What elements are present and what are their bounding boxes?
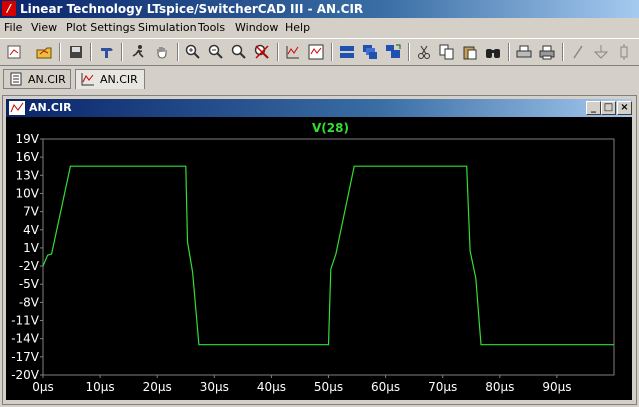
draw-line-icon[interactable]: [568, 42, 588, 62]
y-tick-label: -5V: [19, 277, 40, 291]
y-tick-label: 1V: [23, 241, 40, 255]
run-icon[interactable]: [128, 42, 148, 62]
toolbar-separator: [90, 43, 92, 61]
tab-netlist[interactable]: AN.CIR: [3, 69, 71, 89]
waveform-plot[interactable]: V(28) 19V 16V 13V 10V 7V 4V 1V -2V -5V -8V -11V -14…: [6, 117, 632, 400]
tile-icon[interactable]: [337, 42, 357, 62]
menu-bar: File View Plot Settings Simulation Tools…: [0, 18, 639, 37]
trace-v28[interactable]: [42, 165, 614, 346]
zoom-in-icon[interactable]: [183, 42, 203, 62]
x-tick-label: 70µs: [428, 380, 457, 394]
toolbar-separator: [562, 43, 564, 61]
menu-window[interactable]: Window: [235, 21, 278, 34]
hammer-icon[interactable]: [97, 42, 117, 62]
waveform-icon: [81, 73, 94, 86]
ltspice-logo-icon[interactable]: /: [2, 1, 16, 16]
find-icon[interactable]: [483, 42, 503, 62]
menu-file[interactable]: File: [4, 21, 22, 34]
minimize-button[interactable]: _: [586, 101, 601, 115]
resistor-icon[interactable]: [614, 42, 634, 62]
menu-plot-settings[interactable]: Plot Settings: [66, 21, 135, 34]
window-title: Linear Technology LTspice/SwitcherCAD II…: [20, 2, 364, 16]
toolbar-separator: [408, 43, 410, 61]
toolbar: [0, 38, 639, 66]
toolbar-separator: [331, 43, 333, 61]
y-tick-label: 7V: [23, 205, 40, 219]
zoom-out-icon[interactable]: [206, 42, 226, 62]
menu-tools[interactable]: Tools: [198, 21, 225, 34]
waveform-icon: [9, 101, 25, 115]
x-tick-label: 0µs: [32, 380, 54, 394]
toolbar-separator: [121, 43, 123, 61]
y-tick-label: -2V: [19, 259, 40, 273]
autorange-icon[interactable]: [283, 42, 303, 62]
child-window-title-bar[interactable]: AN.CIR _ □ ×: [6, 99, 632, 117]
y-tick-label: -14V: [11, 332, 40, 346]
tab-waveform[interactable]: AN.CIR: [75, 69, 145, 89]
save-icon[interactable]: [66, 42, 86, 62]
y-tick-label: -11V: [11, 314, 40, 328]
toolbar-separator: [508, 43, 510, 61]
x-tick-label: 60µs: [371, 380, 400, 394]
x-tick-label: 40µs: [257, 380, 286, 394]
y-tick-label: 13V: [16, 168, 40, 182]
y-tick-label: 10V: [16, 186, 40, 200]
menu-simulation[interactable]: Simulation: [138, 21, 197, 34]
child-window-title: AN.CIR: [29, 101, 72, 114]
x-tick-label: 80µs: [485, 380, 514, 394]
x-tick-label: 20µs: [143, 380, 172, 394]
toolbar-separator: [277, 43, 279, 61]
paste-icon[interactable]: [460, 42, 480, 62]
y-tick-label: -17V: [11, 350, 40, 364]
menu-help[interactable]: Help: [285, 21, 310, 34]
y-tick-label: 16V: [16, 150, 40, 164]
cut-icon[interactable]: [414, 42, 434, 62]
print-icon[interactable]: [537, 42, 557, 62]
y-tick-label: 19V: [16, 132, 40, 146]
hand-pan-icon[interactable]: [152, 42, 172, 62]
y-tick-label: 4V: [23, 223, 40, 237]
print-setup-icon[interactable]: [514, 42, 534, 62]
ground-icon[interactable]: [591, 42, 611, 62]
toolbar-separator: [59, 43, 61, 61]
x-tick-label: 90µs: [542, 380, 571, 394]
close-button[interactable]: ×: [617, 101, 632, 115]
waveform-chart: 19V16V13V10V7V4V1V-2V-5V-8V-11V-14V-17V-…: [11, 132, 615, 394]
y-tick-label: -8V: [19, 295, 40, 309]
maximize-button[interactable]: □: [601, 101, 616, 115]
zoom-fit-icon[interactable]: [229, 42, 249, 62]
tab-label: AN.CIR: [100, 73, 138, 86]
x-tick-label: 50µs: [314, 380, 343, 394]
copy-icon[interactable]: [437, 42, 457, 62]
x-tick-label: 10µs: [86, 380, 115, 394]
mdi-client-area: AN.CIR _ □ × V(28) 19V 16V 13V 10V 7V 4V 1V -2V…: [2, 95, 637, 405]
trace-icon[interactable]: [306, 42, 326, 62]
toolbar-separator: [177, 43, 179, 61]
title-bar: / Linear Technology LTspice/SwitcherCAD …: [0, 0, 639, 18]
menu-view[interactable]: View: [31, 21, 57, 34]
new-schematic-icon[interactable]: [34, 42, 54, 62]
document-icon: [10, 72, 22, 86]
cascade-icon[interactable]: [360, 42, 380, 62]
x-tick-label: 30µs: [200, 380, 229, 394]
tab-bar: AN.CIR AN.CIR: [0, 67, 639, 91]
arrange-icon[interactable]: [383, 42, 403, 62]
tab-label: AN.CIR: [28, 73, 66, 86]
cancel-zoom-icon[interactable]: [252, 42, 272, 62]
open-schematic-icon[interactable]: [4, 42, 24, 62]
